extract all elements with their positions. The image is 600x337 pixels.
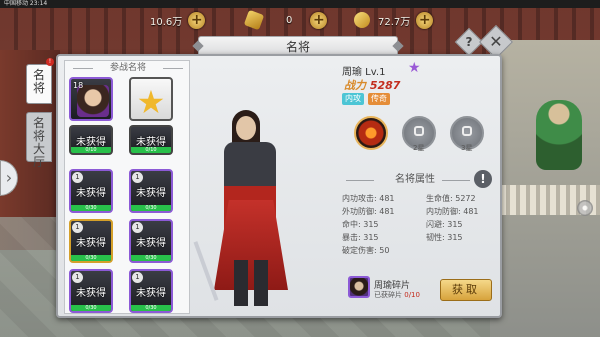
tag-badge: 内攻	[342, 93, 364, 105]
slot-progress: 0/10	[131, 147, 171, 153]
stat-hp: 生命值: 5272	[426, 194, 476, 203]
gem-icon	[354, 12, 370, 28]
stat-inner-defense: 内功防御: 481	[426, 207, 479, 216]
skill-2-caption: 2星	[413, 144, 425, 152]
general-slot[interactable]: 1 未获得 0/30	[129, 219, 173, 263]
status-text: 中国移动 23:14	[4, 0, 48, 7]
hero-slot-zhouyu[interactable]: 18	[69, 77, 113, 121]
fragment-count: 已获碎片 0/10	[374, 290, 420, 300]
hero-head	[236, 116, 256, 140]
slot-name: 未获得	[136, 288, 166, 299]
slot-level: 1	[132, 222, 143, 233]
slot-name: 未获得	[76, 137, 106, 148]
slot-name: 未获得	[136, 238, 166, 249]
hero-name: 周瑜 Lv.1	[342, 67, 386, 78]
notification-dot: !	[46, 58, 54, 66]
slot-name: 未获得	[76, 188, 106, 199]
slot-level: 1	[132, 172, 143, 183]
general-slot[interactable]: 1 未获得 0/30	[129, 269, 173, 313]
ingot-icon	[243, 9, 265, 31]
slot-progress: 0/30	[71, 305, 111, 311]
battle-generals-list: 参战名将 18 ★ 未获得 0/10 未获得 0/10 1 未获得 0/30 1…	[64, 60, 190, 314]
resource-jade: 72.7万 +	[354, 11, 434, 29]
jade-value: 72.7万	[378, 16, 411, 28]
slot-level: 1	[72, 272, 83, 283]
skill-1-button[interactable]	[354, 116, 388, 150]
sword-icon	[193, 241, 219, 301]
lantern-light	[577, 200, 593, 216]
hero-figure[interactable]	[193, 90, 310, 312]
info-icon[interactable]: !	[474, 170, 492, 188]
general-slot[interactable]: 1 未获得 0/30	[69, 269, 113, 313]
gold-value: 0	[286, 14, 293, 26]
slot-name: 未获得	[136, 188, 166, 199]
stat-toughness: 韧性: 315	[426, 233, 463, 242]
stat-crit: 暴击: 315	[342, 233, 379, 242]
general-slot[interactable]: 未获得 0/10	[69, 125, 113, 155]
skill-3-caption: 3星	[461, 144, 473, 152]
device-status-bar: 中国移动 23:14	[0, 0, 600, 8]
star-slot[interactable]: ★	[129, 77, 173, 121]
tab-generals-hall-label: 名将大厅	[32, 116, 45, 169]
stat-dodge: 闪避: 315	[426, 220, 463, 229]
slot-progress: 0/10	[71, 147, 111, 153]
hero-level-badge: 18	[73, 81, 84, 90]
add-gold-button[interactable]: +	[310, 11, 328, 29]
help-icon: ?	[465, 35, 473, 49]
slot-progress: 0/30	[131, 305, 171, 311]
attributes-header: 名将属性	[340, 173, 490, 187]
slot-level: 1	[72, 172, 83, 183]
stat-hit: 命中: 315	[342, 220, 379, 229]
stat-inner-attack: 内功攻击: 481	[342, 194, 395, 203]
star-rank-icon: ★	[408, 60, 421, 76]
list-header: 参战名将	[65, 61, 189, 75]
chevron-right-icon: ›	[5, 168, 13, 187]
tab-generals-hall[interactable]: 名将大厅	[26, 112, 52, 169]
general-slot[interactable]: 未获得 0/10	[129, 125, 173, 155]
stat-outer-defense: 外功防御: 481	[342, 207, 395, 216]
tab-generals-label: 名将	[32, 68, 45, 95]
stat-break-damage: 破定伤害: 50	[342, 246, 390, 255]
tag-badge: 传奇	[368, 93, 390, 105]
power-value: 5287	[369, 79, 401, 92]
power-label: 战力	[344, 79, 366, 92]
silver-value: 10.6万	[150, 16, 183, 28]
slot-progress: 0/30	[71, 255, 111, 261]
star-icon: ★	[136, 83, 166, 121]
resource-silver: 10.6万 +	[150, 11, 206, 29]
slot-progress: 0/30	[131, 205, 171, 211]
npc-warrior-figure[interactable]	[536, 100, 582, 170]
combat-power: 战力 5287	[344, 77, 400, 93]
general-slot[interactable]: 1 未获得 0/30	[129, 169, 173, 213]
hero-legs	[234, 260, 268, 306]
general-slot[interactable]: 1 未获得 0/30	[69, 169, 113, 213]
slot-name: 未获得	[76, 288, 106, 299]
tab-generals[interactable]: 名将	[26, 64, 52, 104]
obtain-button[interactable]: 获取	[440, 279, 492, 301]
slot-progress: 0/30	[71, 205, 111, 211]
fragment-count-value: 0/10	[404, 291, 420, 299]
add-jade-button[interactable]: +	[416, 11, 434, 29]
slot-level: 1	[132, 272, 143, 283]
general-slot[interactable]: 1 未获得 0/30	[69, 219, 113, 263]
slot-name: 未获得	[76, 238, 106, 249]
add-silver-button[interactable]: +	[188, 11, 206, 29]
fragment-count-label: 已获碎片	[374, 291, 402, 299]
slot-name: 未获得	[136, 137, 166, 148]
slot-progress: 0/30	[131, 255, 171, 261]
slot-level: 1	[72, 222, 83, 233]
fragment-icon	[348, 276, 370, 298]
lock-icon	[414, 126, 424, 136]
close-icon: ✕	[489, 32, 503, 51]
resource-gold: 0 +	[243, 9, 328, 31]
lock-icon	[462, 126, 472, 136]
